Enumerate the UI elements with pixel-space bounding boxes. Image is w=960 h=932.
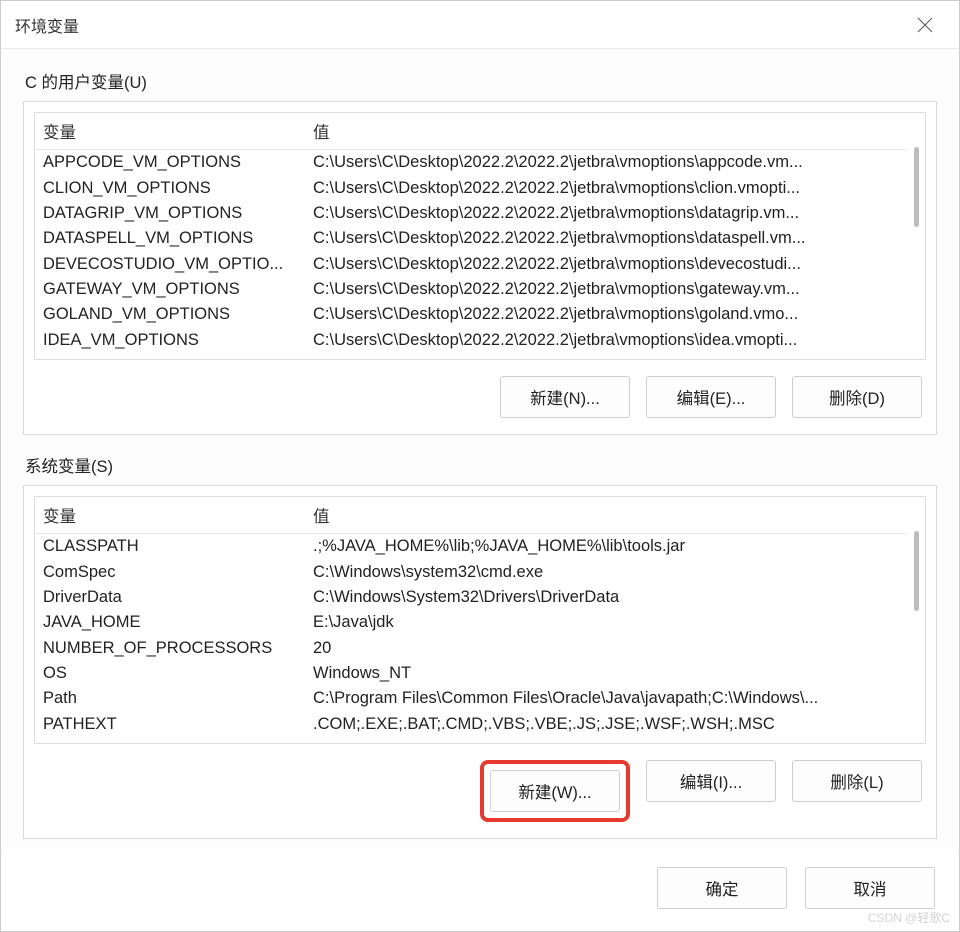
user_section-val-cell: C:\Users\C\Desktop\2022.2\2022.2\jetbra\… xyxy=(305,226,925,251)
user-scrollbar[interactable] xyxy=(907,141,925,359)
user_section-val-cell: C:\Users\C\Desktop\2022.2\2022.2\jetbra\… xyxy=(305,277,925,302)
system-col-val-header[interactable]: 值 xyxy=(305,497,925,534)
user_section-val-cell: C:\Users\C\Desktop\2022.2\2022.2\jetbra\… xyxy=(305,302,925,327)
system_section-var-cell: NUMBER_OF_PROCESSORS xyxy=(35,636,305,661)
system_section-var-cell: DriverData xyxy=(35,585,305,610)
system-scrollbar-thumb[interactable] xyxy=(914,531,919,611)
user-vars-table: 变量 值 APPCODE_VM_OPTIONSC:\Users\C\Deskto… xyxy=(35,113,925,353)
user-buttons-row: 新建(N)... 编辑(E)... 删除(D) xyxy=(24,368,936,434)
user-vars-section: C 的用户变量(U) 变量 值 APPCODE_VM_OPTIONSC:\Use… xyxy=(23,69,937,435)
env-vars-dialog: 环境变量 C 的用户变量(U) 变量 值 APPCODE_VM_OPTIONSC… xyxy=(0,0,960,932)
user_section-val-cell: C:\Users\C\Desktop\2022.2\2022.2\jetbra\… xyxy=(305,150,925,176)
system_section-var-cell: PATHEXT xyxy=(35,712,305,737)
user_section-var-cell: DATAGRIP_VM_OPTIONS xyxy=(35,201,305,226)
system-edit-button[interactable]: 编辑(I)... xyxy=(646,760,776,802)
table-row[interactable]: ComSpecC:\Windows\system32\cmd.exe xyxy=(35,559,925,584)
dialog-title: 环境变量 xyxy=(15,13,905,37)
table-row[interactable]: DriverDataC:\Windows\System32\Drivers\Dr… xyxy=(35,585,925,610)
system-scrollbar[interactable] xyxy=(907,525,925,743)
user_section-val-cell: C:\Users\C\Desktop\2022.2\2022.2\jetbra\… xyxy=(305,252,925,277)
watermark: CSDN @轻歌C xyxy=(868,909,950,926)
user-vars-label: C 的用户变量(U) xyxy=(25,69,937,93)
system-vars-section: 系统变量(S) 变量 值 CLASSPATH.;%JAVA_HOME%\lib;… xyxy=(23,453,937,839)
table-row[interactable]: DEVECOSTUDIO_VM_OPTIO...C:\Users\C\Deskt… xyxy=(35,252,925,277)
system_section-val-cell: .COM;.EXE;.BAT;.CMD;.VBS;.VBE;.JS;.JSE;.… xyxy=(305,712,925,737)
table-row[interactable]: DATASPELL_VM_OPTIONSC:\Users\C\Desktop\2… xyxy=(35,226,925,251)
system_section-var-cell: OS xyxy=(35,661,305,686)
system_section-val-cell: E:\Java\jdk xyxy=(305,610,925,635)
user-delete-button[interactable]: 删除(D) xyxy=(792,376,922,418)
titlebar: 环境变量 xyxy=(1,1,959,49)
system-vars-table: 变量 值 CLASSPATH.;%JAVA_HOME%\lib;%JAVA_HO… xyxy=(35,497,925,737)
table-row[interactable]: GOLAND_VM_OPTIONSC:\Users\C\Desktop\2022… xyxy=(35,302,925,327)
system_section-val-cell: C:\Program Files\Common Files\Oracle\Jav… xyxy=(305,686,925,711)
system_section-var-cell: CLASSPATH xyxy=(35,534,305,560)
cancel-button[interactable]: 取消 xyxy=(805,867,935,909)
user_section-var-cell: IDEA_VM_OPTIONS xyxy=(35,328,305,353)
user_section-val-cell: C:\Users\C\Desktop\2022.2\2022.2\jetbra\… xyxy=(305,201,925,226)
table-row[interactable]: APPCODE_VM_OPTIONSC:\Users\C\Desktop\202… xyxy=(35,150,925,176)
system-vars-label: 系统变量(S) xyxy=(25,453,937,477)
close-button[interactable] xyxy=(905,5,945,45)
system_section-var-cell: ComSpec xyxy=(35,559,305,584)
new-button-highlight: 新建(W)... xyxy=(480,760,630,822)
user-col-var-header[interactable]: 变量 xyxy=(35,113,305,150)
table-row[interactable]: CLASSPATH.;%JAVA_HOME%\lib;%JAVA_HOME%\l… xyxy=(35,534,925,560)
user_section-var-cell: GOLAND_VM_OPTIONS xyxy=(35,302,305,327)
dialog-content: C 的用户变量(U) 变量 值 APPCODE_VM_OPTIONSC:\Use… xyxy=(1,49,959,849)
user_section-var-cell: APPCODE_VM_OPTIONS xyxy=(35,150,305,176)
system_section-val-cell: C:\Windows\System32\Drivers\DriverData xyxy=(305,585,925,610)
system_section-val-cell: C:\Windows\system32\cmd.exe xyxy=(305,559,925,584)
user-vars-table-wrap[interactable]: 变量 值 APPCODE_VM_OPTIONSC:\Users\C\Deskto… xyxy=(34,112,926,360)
system_section-val-cell: 20 xyxy=(305,636,925,661)
system-vars-table-wrap[interactable]: 变量 值 CLASSPATH.;%JAVA_HOME%\lib;%JAVA_HO… xyxy=(34,496,926,744)
system-new-button[interactable]: 新建(W)... xyxy=(490,770,620,812)
system_section-val-cell: .;%JAVA_HOME%\lib;%JAVA_HOME%\lib\tools.… xyxy=(305,534,925,560)
table-row[interactable]: CLION_VM_OPTIONSC:\Users\C\Desktop\2022.… xyxy=(35,175,925,200)
table-row[interactable]: OSWindows_NT xyxy=(35,661,925,686)
table-row[interactable]: PATHEXT.COM;.EXE;.BAT;.CMD;.VBS;.VBE;.JS… xyxy=(35,712,925,737)
system-buttons-row: 新建(W)... 编辑(I)... 删除(L) xyxy=(24,752,936,838)
system-delete-button[interactable]: 删除(L) xyxy=(792,760,922,802)
table-row[interactable]: IDEA_VM_OPTIONSC:\Users\C\Desktop\2022.2… xyxy=(35,328,925,353)
dialog-footer: 确定 取消 xyxy=(1,849,959,931)
table-row[interactable]: NUMBER_OF_PROCESSORS20 xyxy=(35,636,925,661)
close-icon xyxy=(917,17,933,33)
user_section-val-cell: C:\Users\C\Desktop\2022.2\2022.2\jetbra\… xyxy=(305,328,925,353)
table-row[interactable]: DATAGRIP_VM_OPTIONSC:\Users\C\Desktop\20… xyxy=(35,201,925,226)
user-scrollbar-thumb[interactable] xyxy=(914,147,919,227)
user-new-button[interactable]: 新建(N)... xyxy=(500,376,630,418)
table-row[interactable]: GATEWAY_VM_OPTIONSC:\Users\C\Desktop\202… xyxy=(35,277,925,302)
system-vars-group: 变量 值 CLASSPATH.;%JAVA_HOME%\lib;%JAVA_HO… xyxy=(23,485,937,839)
user_section-val-cell: C:\Users\C\Desktop\2022.2\2022.2\jetbra\… xyxy=(305,175,925,200)
user_section-var-cell: DEVECOSTUDIO_VM_OPTIO... xyxy=(35,252,305,277)
system_section-val-cell: Windows_NT xyxy=(305,661,925,686)
user_section-var-cell: DATASPELL_VM_OPTIONS xyxy=(35,226,305,251)
ok-button[interactable]: 确定 xyxy=(657,867,787,909)
user-col-val-header[interactable]: 值 xyxy=(305,113,925,150)
system_section-var-cell: Path xyxy=(35,686,305,711)
user_section-var-cell: GATEWAY_VM_OPTIONS xyxy=(35,277,305,302)
user_section-var-cell: CLION_VM_OPTIONS xyxy=(35,175,305,200)
table-row[interactable]: JAVA_HOMEE:\Java\jdk xyxy=(35,610,925,635)
system_section-var-cell: JAVA_HOME xyxy=(35,610,305,635)
user-edit-button[interactable]: 编辑(E)... xyxy=(646,376,776,418)
system-col-var-header[interactable]: 变量 xyxy=(35,497,305,534)
table-row[interactable]: PathC:\Program Files\Common Files\Oracle… xyxy=(35,686,925,711)
user-vars-group: 变量 值 APPCODE_VM_OPTIONSC:\Users\C\Deskto… xyxy=(23,101,937,435)
